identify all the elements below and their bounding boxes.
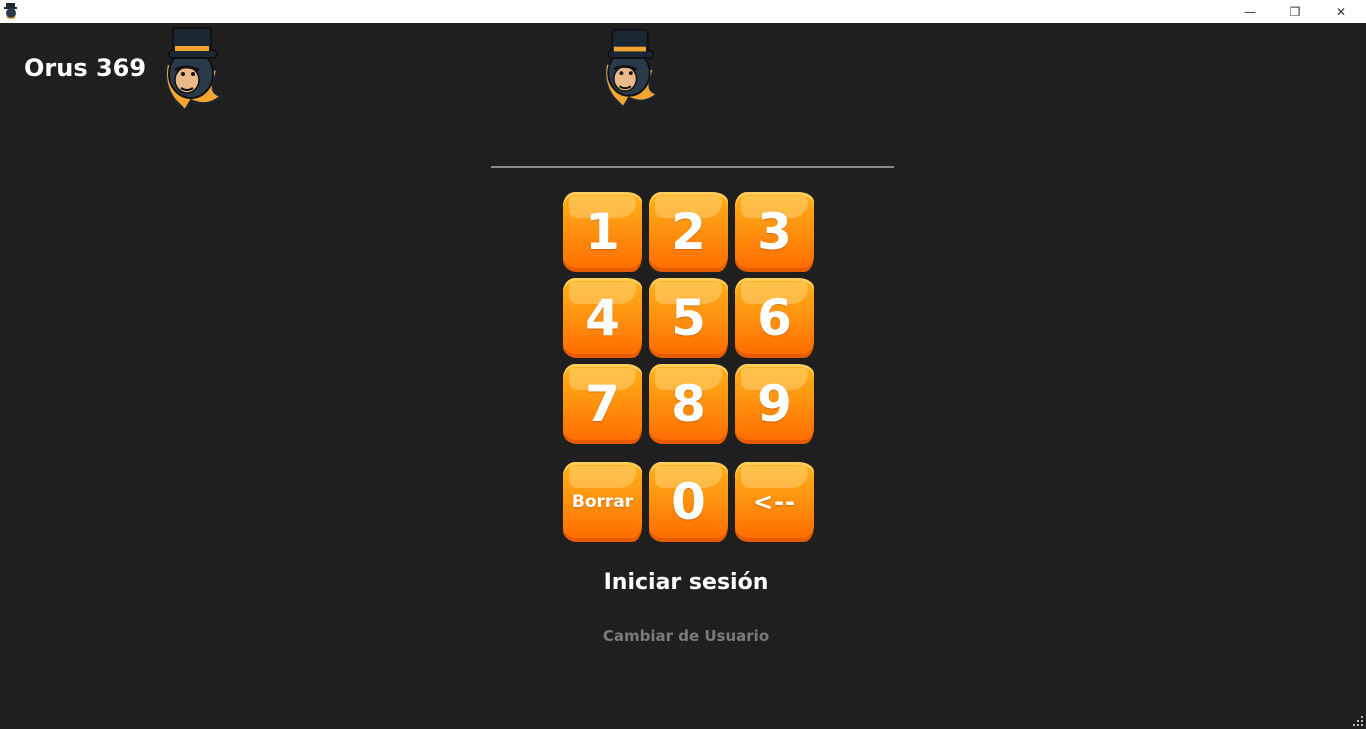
- keypad-7-button[interactable]: 7: [563, 364, 642, 444]
- key-label: 1: [585, 203, 620, 261]
- keypad-3-button[interactable]: 3: [735, 192, 814, 272]
- keypad-2-button[interactable]: 2: [649, 192, 728, 272]
- key-label: 7: [585, 375, 620, 433]
- app-logo-icon: [4, 3, 17, 19]
- window-titlebar: — ❐ ✕: [0, 0, 1366, 23]
- login-button[interactable]: Iniciar sesión: [586, 566, 786, 600]
- switch-user-link[interactable]: Cambiar de Usuario: [586, 624, 786, 648]
- keypad-5-button[interactable]: 5: [649, 278, 728, 358]
- keypad-6-button[interactable]: 6: [735, 278, 814, 358]
- keypad-8-button[interactable]: 8: [649, 364, 728, 444]
- key-label: <--: [752, 488, 797, 516]
- tophat-monkey-logo: [165, 27, 224, 110]
- close-button[interactable]: ✕: [1318, 0, 1364, 23]
- key-label: 4: [585, 289, 620, 347]
- keypad-0-button[interactable]: 0: [649, 462, 728, 542]
- tophat-monkey-logo: [604, 28, 660, 108]
- key-label: 2: [671, 203, 706, 261]
- key-label: 8: [671, 375, 706, 433]
- key-label: 6: [757, 289, 792, 347]
- key-label: 5: [671, 289, 706, 347]
- pin-input[interactable]: [491, 140, 894, 168]
- clear-button[interactable]: Borrar: [563, 462, 642, 542]
- keypad-9-button[interactable]: 9: [735, 364, 814, 444]
- resize-grip-icon[interactable]: [1352, 715, 1364, 727]
- key-label: 9: [757, 375, 792, 433]
- key-label: 3: [757, 203, 792, 261]
- keypad-4-button[interactable]: 4: [563, 278, 642, 358]
- key-label: Borrar: [571, 492, 634, 512]
- key-label: 0: [671, 473, 706, 531]
- backspace-button[interactable]: <--: [735, 462, 814, 542]
- app-title: Orus 369: [24, 54, 147, 82]
- keypad-1-button[interactable]: 1: [563, 192, 642, 272]
- maximize-button[interactable]: ❐: [1272, 0, 1318, 23]
- minimize-button[interactable]: —: [1227, 0, 1273, 23]
